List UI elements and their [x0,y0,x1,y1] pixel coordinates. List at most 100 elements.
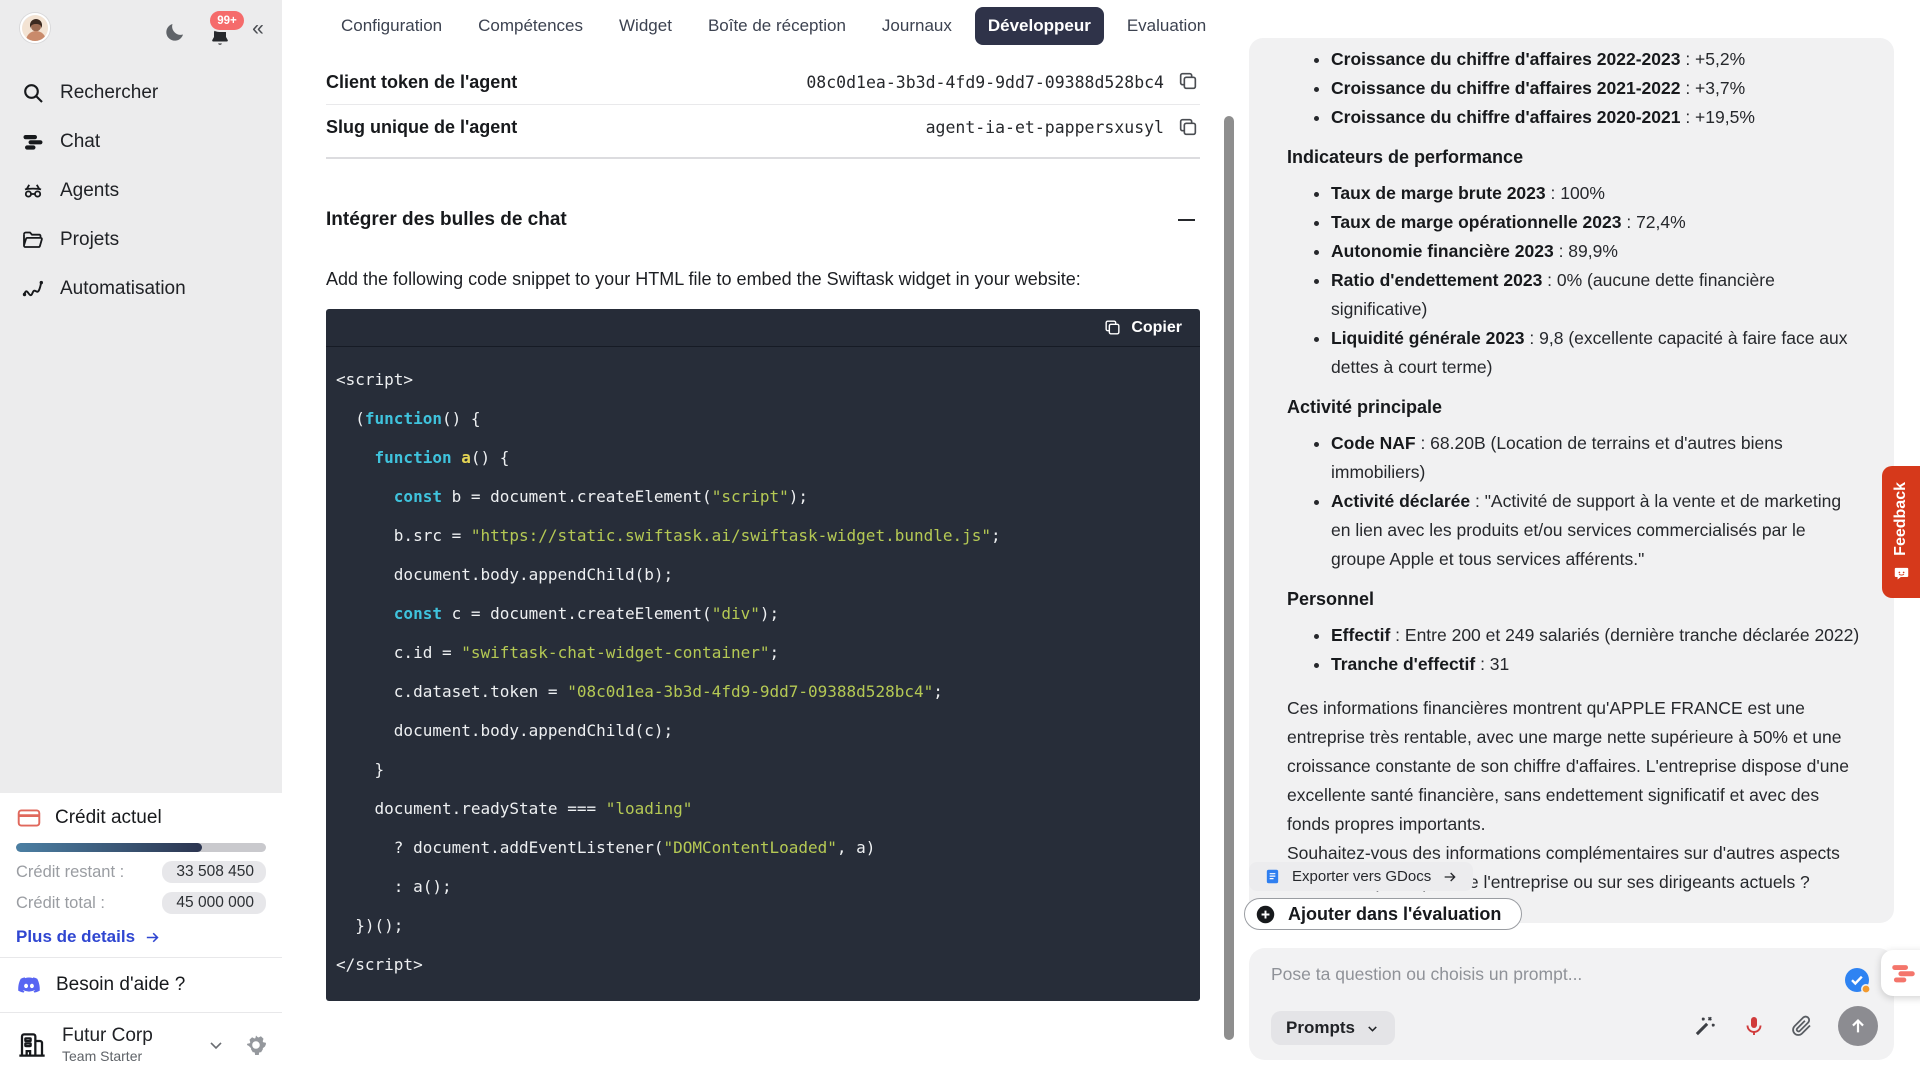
client-token-row: Client token de l'agent 08c0d1ea-3b3d-4f… [326,60,1200,105]
code-line: (function() { [336,409,481,428]
client-token-value: 08c0d1ea-3b3d-4fd9-9dd7-09388d528bc4 [806,72,1164,92]
message-list-item: Liquidité générale 2023 : 9,8 (excellent… [1331,324,1864,382]
code-snippet-block: Copier <script> (function() { function a… [326,309,1200,1001]
tab-configuration[interactable]: Configuration [328,7,455,45]
embed-section-title: Intégrer des bulles de chat [326,209,567,230]
code-line: document.body.appendChild(b); [336,565,674,584]
gear-icon[interactable] [244,1033,268,1057]
sidebar-item-rechercher[interactable]: Rechercher [0,68,282,117]
prompts-dropdown[interactable]: Prompts [1271,1011,1395,1045]
credit-progress-bar [16,843,266,852]
code-line: b.src = "https://static.swiftask.ai/swif… [336,526,1001,545]
credit-details-link[interactable]: Plus de details [16,927,161,947]
paperclip-icon[interactable] [1790,1013,1814,1039]
assistant-message: Croissance du chiffre d'affaires 2022-20… [1249,38,1894,923]
ai-check-badge-icon[interactable] [1843,966,1873,996]
microphone-icon[interactable] [1742,1013,1766,1039]
code-line: const b = document.createElement("script… [393,487,809,506]
gdocs-icon [1266,869,1279,884]
sidebar-item-agents[interactable]: Agents [0,166,282,215]
sidebar-item-label: Chat [60,130,101,152]
credit-section: Crédit actuel Crédit restant : 33 508 45… [0,805,282,957]
message-list-item: Ratio d'endettement 2023 : 0% (aucune de… [1331,266,1864,324]
developer-panel: Client token de l'agent 08c0d1ea-3b3d-4f… [282,52,1222,1080]
sidebar: 99+ « Rechercher Chat Agents Projets Automat… [0,0,282,1080]
arrow-right-icon [146,932,159,942]
building-icon [16,1029,48,1061]
code-line: document.body.appendChild(c); [336,721,674,740]
collapse-sidebar-button[interactable]: « [246,17,270,41]
tab-boite-de-reception[interactable]: Boîte de réception [695,7,859,45]
message-list-item: Code NAF : 68.20B (Location de terrains … [1331,429,1864,487]
message-heading: Indicateurs de performance [1287,147,1524,167]
org-switcher[interactable]: Futur Corp Team Starter [0,1013,282,1080]
code-line: function a() { [374,448,510,467]
code-line: c.dataset.token = "08c0d1ea-3b3d-4fd9-9d… [336,682,943,701]
swiftask-logo[interactable] [1881,950,1920,996]
tab-evaluation[interactable]: Evaluation [1114,7,1219,45]
code-line: })(); [336,916,404,935]
add-to-evaluation-button[interactable]: Ajouter dans l'évaluation [1244,898,1523,930]
tab-widget[interactable]: Widget [606,7,685,45]
credit-remaining-label: Crédit restant : [16,862,125,881]
code-body: <script> (function() { function a() { co… [326,347,1200,1001]
slug-label: Slug unique de l'agent [326,117,518,137]
code-line: const c = document.createElement("div"); [393,604,780,623]
message-list-item: Croissance du chiffre d'affaires 2021-20… [1331,74,1864,103]
chat-panel: Croissance du chiffre d'affaires 2022-20… [1244,0,1920,1080]
scrollbar-thumb[interactable] [1224,116,1234,1040]
tab-journaux[interactable]: Journaux [869,7,965,45]
composer: Prompts [1249,948,1894,1060]
code-line: ? document.addEventListener("DOMContentL… [336,838,876,857]
message-list-item: Autonomie financière 2023 : 89,9% [1331,237,1864,266]
tab-developpeur[interactable]: Développeur [974,7,1104,45]
user-avatar[interactable] [20,13,50,43]
feedback-tab[interactable]: Feedback [1882,466,1920,598]
message-list-item: Effectif : Entre 200 et 249 salariés (de… [1331,621,1864,650]
message-list-item: Taux de marge opérationnelle 2023 : 72,4… [1331,208,1864,237]
sidebar-item-automatisation[interactable]: Automatisation [0,264,282,313]
credit-remaining-value: 33 508 450 [162,861,266,883]
code-line: <script> [336,370,414,389]
export-gdocs-button[interactable]: Exporter vers GDocs [1249,862,1474,891]
chevron-down-icon [1368,1025,1377,1032]
chevron-down-icon[interactable] [206,1035,226,1055]
copy-code-button[interactable]: Copier [1103,318,1182,337]
discord-icon [16,972,42,998]
sidebar-item-label: Rechercher [60,81,159,103]
credit-title: Crédit actuel [55,807,162,828]
dark-mode-moon-icon[interactable] [163,20,187,44]
sidebar-item-projets[interactable]: Projets [0,215,282,264]
help-link[interactable]: Besoin d'aide ? [0,958,282,1012]
collapse-section-button[interactable] [1174,207,1200,233]
message-heading: Activité principale [1287,397,1443,417]
credit-progress-fill [16,843,203,852]
search-icon [21,81,45,105]
plus-circle-icon [1256,905,1275,923]
feedback-smiley-icon [1894,568,1908,580]
code-line: } [336,760,385,779]
embed-instruction: Add the following code snippet to your H… [326,269,1081,289]
message-paragraph: Ces informations financières montrent qu… [1287,698,1849,834]
sidebar-item-chat[interactable]: Chat [0,117,282,166]
copy-slug-button[interactable] [1176,116,1200,140]
divider [326,157,1200,159]
prompt-input[interactable] [1271,964,1741,985]
sidebar-item-label: Automatisation [60,277,186,299]
credit-total-value: 45 000 000 [162,892,266,914]
message-list: Effectif : Entre 200 et 249 salariés (de… [1287,621,1864,679]
tab-competences[interactable]: Compétences [465,7,596,45]
client-token-label: Client token de l'agent [326,71,518,92]
send-button[interactable] [1838,1006,1878,1046]
message-list: Croissance du chiffre d'affaires 2022-20… [1287,45,1864,132]
org-name: Futur Corp [62,1025,153,1046]
code-line: document.readyState === "loading" [336,799,693,818]
magic-wand-icon[interactable] [1692,1013,1718,1039]
sidebar-bottom-card: Crédit actuel Crédit restant : 33 508 45… [0,793,282,1080]
copy-token-button[interactable] [1176,70,1200,94]
slug-row: Slug unique de l'agent agent-ia-et-pappe… [326,105,1200,150]
message-list-item: Taux de marge brute 2023 : 100% [1331,179,1864,208]
chat-icon [21,130,45,154]
code-header: Copier [326,309,1200,347]
credit-total-label: Crédit total : [16,893,105,912]
